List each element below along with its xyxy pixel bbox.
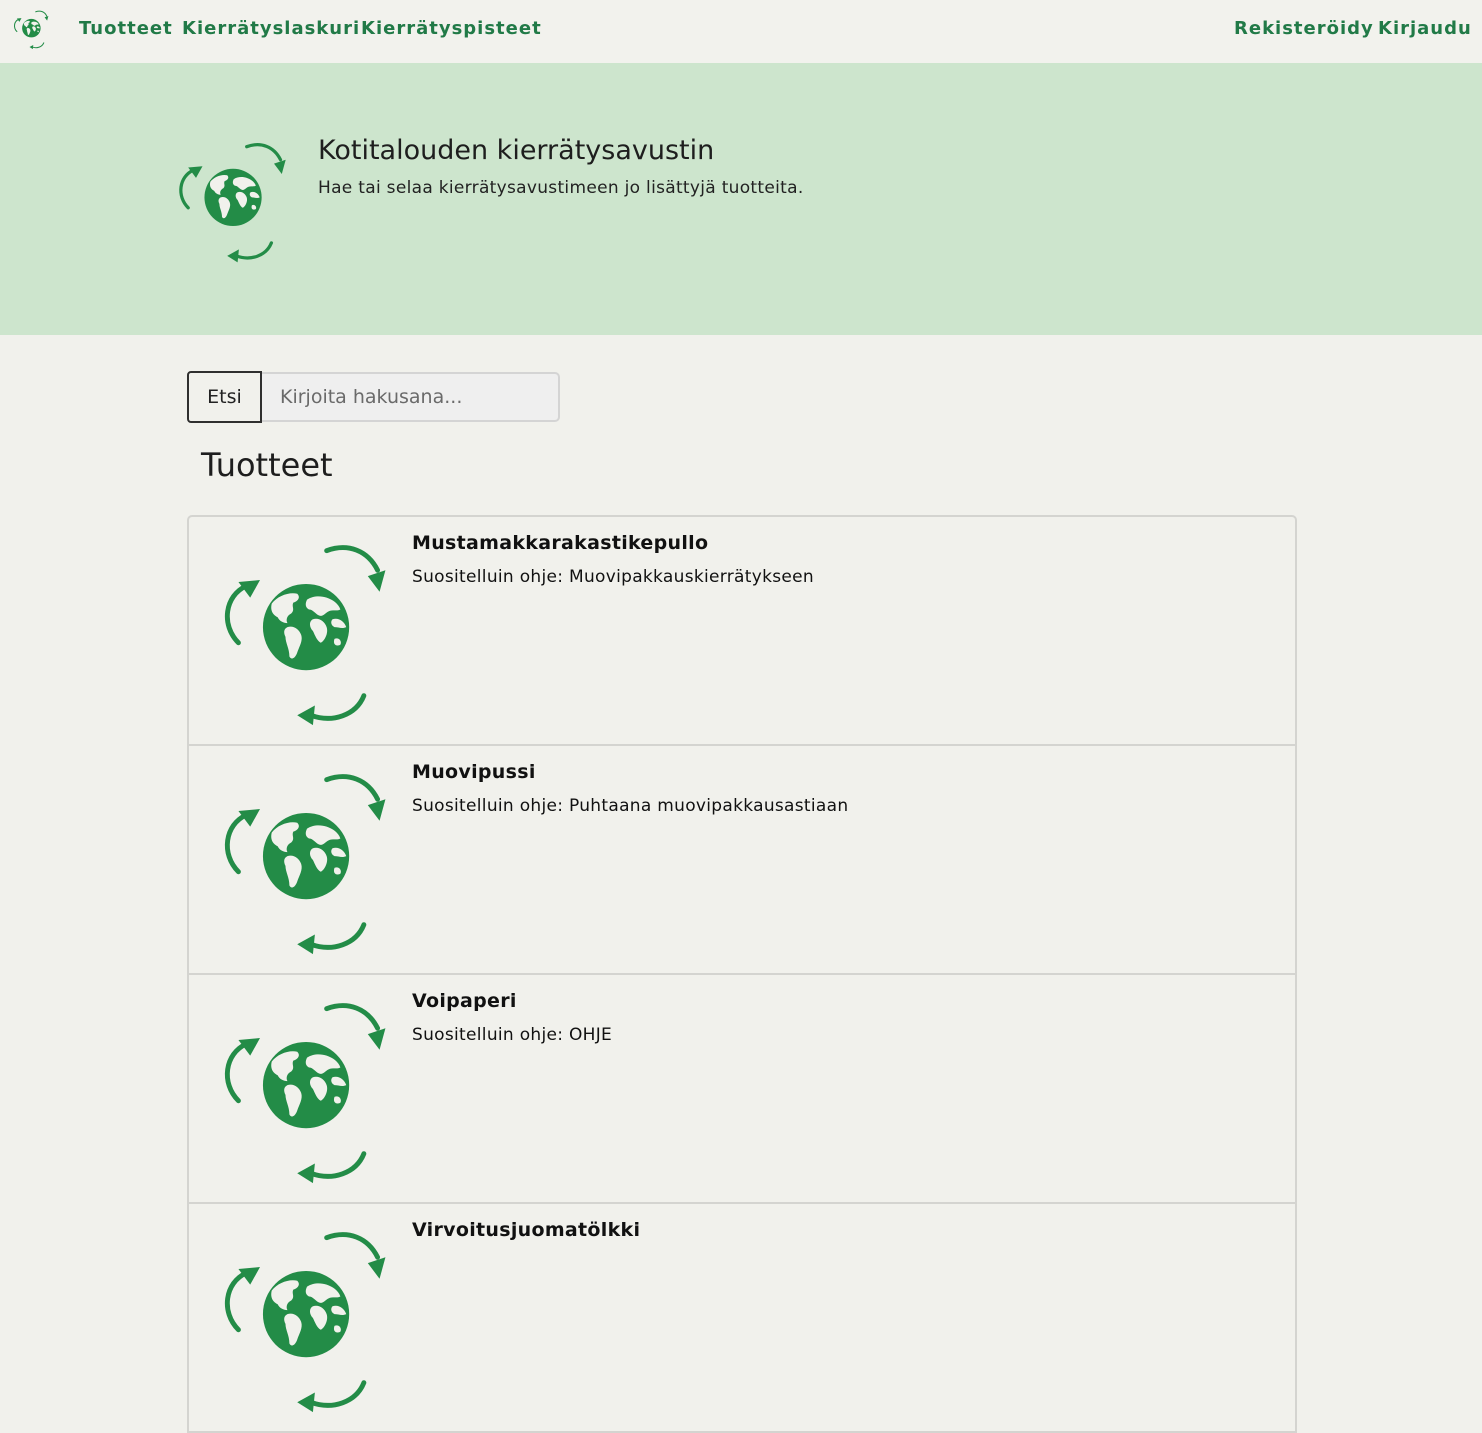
product-guide: Suositelluin ohje: Muovipakkauskierrätyk… — [412, 567, 814, 587]
nav-link-recycling-calculator[interactable]: Kierrätyslaskuri — [182, 18, 360, 39]
recycling-globe-icon — [170, 135, 300, 265]
product-item[interactable]: Muovipussi Suositelluin ohje: Puhtaana m… — [189, 746, 1295, 975]
search-input[interactable] — [262, 372, 560, 422]
register-link[interactable]: Rekisteröidy — [1234, 18, 1374, 39]
login-link[interactable]: Kirjaudu — [1378, 18, 1472, 39]
page-subtitle: Hae tai selaa kierrätysavustimeen jo lis… — [318, 178, 804, 198]
product-name: Voipaperi — [412, 990, 517, 1012]
product-guide: Suositelluin ohje: OHJE — [412, 1025, 613, 1045]
recycling-globe-icon — [211, 762, 407, 958]
page-title: Kotitalouden kierrätysavustin — [318, 135, 715, 166]
search-bar: Etsi — [187, 371, 560, 423]
nav-link-products[interactable]: Tuotteet — [79, 18, 173, 39]
top-navbar: Tuotteet Kierrätyslaskuri Kierrätyspiste… — [0, 0, 1482, 63]
product-guide: Suositelluin ohje: Puhtaana muovipakkaus… — [412, 796, 849, 816]
recycling-globe-icon — [211, 533, 407, 729]
product-name: Mustamakkarakastikepullo — [412, 532, 709, 554]
products-heading: Tuotteet — [201, 446, 333, 484]
product-name: Muovipussi — [412, 761, 536, 783]
product-item[interactable]: Voipaperi Suositelluin ohje: OHJE — [189, 975, 1295, 1204]
search-button[interactable]: Etsi — [187, 371, 262, 423]
product-list: Mustamakkarakastikepullo Suositelluin oh… — [187, 515, 1297, 1433]
product-name: Virvoitusjuomatölkki — [412, 1219, 641, 1241]
product-item[interactable]: Virvoitusjuomatölkki — [189, 1204, 1295, 1433]
recycling-globe-icon — [211, 991, 407, 1187]
nav-link-recycling-points[interactable]: Kierrätyspisteet — [361, 18, 542, 39]
recycling-globe-icon[interactable] — [11, 8, 53, 50]
product-item[interactable]: Mustamakkarakastikepullo Suositelluin oh… — [189, 517, 1295, 746]
recycling-globe-icon — [211, 1220, 407, 1416]
hero-banner: Kotitalouden kierrätysavustin Hae tai se… — [0, 63, 1482, 335]
